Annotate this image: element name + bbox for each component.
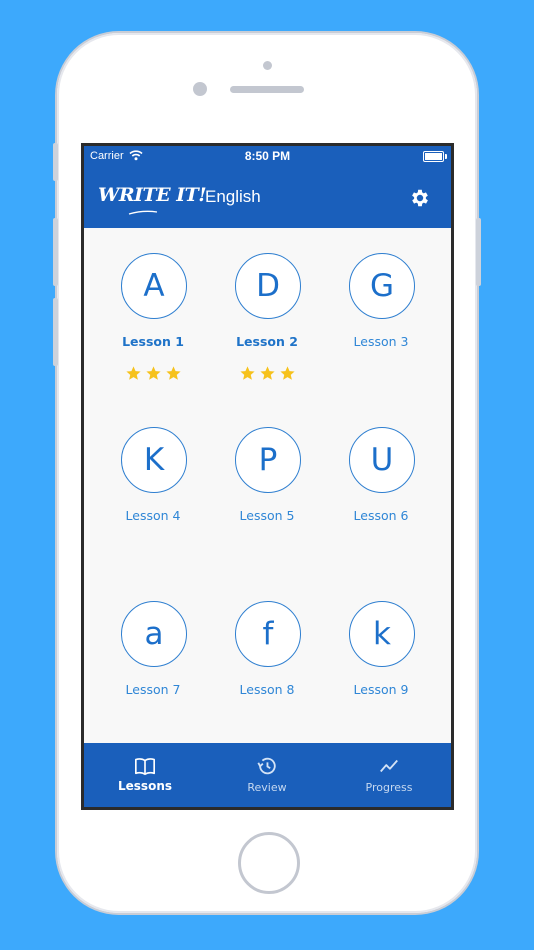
status-bar: Carrier 8:50 PM [84,146,451,168]
tab-lessons[interactable]: Lessons [84,743,206,807]
book-icon [135,758,155,776]
app-header: WRITE IT! English [84,168,451,228]
lesson-label: Lesson 3 [353,334,409,349]
lesson-letter-circle[interactable]: A [121,253,187,319]
star-icon [260,366,275,380]
lesson-card[interactable]: K Lesson 4 [100,402,210,572]
lesson-letter-circle[interactable]: G [349,253,415,319]
history-icon [257,757,276,775]
tab-bar: Lessons Review Progress [84,743,451,807]
lesson-letter-circle[interactable]: D [235,253,301,319]
lesson-card[interactable]: A Lesson 1 [100,228,210,398]
tab-label: Progress [365,781,413,794]
lesson-card[interactable]: D Lesson 2 [214,228,324,398]
tab-label: Lessons [118,779,172,793]
lesson-card[interactable]: U Lesson 6 [328,402,438,572]
star-icon [240,366,255,380]
volume-down-button [53,298,58,366]
star-icon [146,366,161,380]
logo-swoosh-icon [128,210,158,215]
star-icon [166,366,181,380]
tab-review[interactable]: Review [206,743,328,807]
lesson-card[interactable]: G Lesson 3 [328,228,438,398]
mute-switch [53,143,58,181]
lesson-letter-circle[interactable]: a [121,601,187,667]
lesson-label: Lesson 5 [239,508,295,523]
proximity-sensor [263,61,272,70]
lessons-grid: A Lesson 1 D Lesson 2 G Lesson 3 K Lesso… [84,228,451,743]
lesson-letter-circle[interactable]: f [235,601,301,667]
lesson-card[interactable]: f Lesson 8 [214,576,324,746]
language-title[interactable]: English [205,187,261,207]
volume-up-button [53,218,58,286]
lesson-letter-circle[interactable]: K [121,427,187,493]
lesson-card[interactable]: a Lesson 7 [100,576,210,746]
lesson-label: Lesson 7 [125,682,181,697]
star-icon [126,366,141,380]
lesson-label: Lesson 1 [122,334,184,349]
home-button[interactable] [238,832,300,894]
star-rating [125,365,185,383]
phone-screen: Carrier 8:50 PM WRITE IT! English A Less… [81,143,454,810]
lesson-label: Lesson 9 [353,682,409,697]
battery-icon [423,151,447,162]
gear-icon[interactable] [409,187,431,209]
tab-label: Review [247,781,287,794]
lesson-letter-circle[interactable]: P [235,427,301,493]
power-button [476,218,481,286]
lesson-label: Lesson 6 [353,508,409,523]
lesson-letter-circle[interactable]: U [349,427,415,493]
star-icon [280,366,295,380]
lesson-label: Lesson 4 [125,508,181,523]
lesson-card[interactable]: k Lesson 9 [328,576,438,746]
app-screen: Carrier 8:50 PM WRITE IT! English A Less… [84,146,451,807]
lesson-label: Lesson 8 [239,682,295,697]
lesson-label: Lesson 2 [236,334,298,349]
lesson-card[interactable]: P Lesson 5 [214,402,324,572]
star-rating [239,365,299,383]
lesson-letter-circle[interactable]: k [349,601,415,667]
app-logo: WRITE IT! [98,184,207,206]
chart-line-icon [380,759,398,773]
tab-progress[interactable]: Progress [328,743,450,807]
earpiece-speaker [230,86,304,93]
front-camera [193,82,207,96]
status-time: 8:50 PM [244,149,291,163]
